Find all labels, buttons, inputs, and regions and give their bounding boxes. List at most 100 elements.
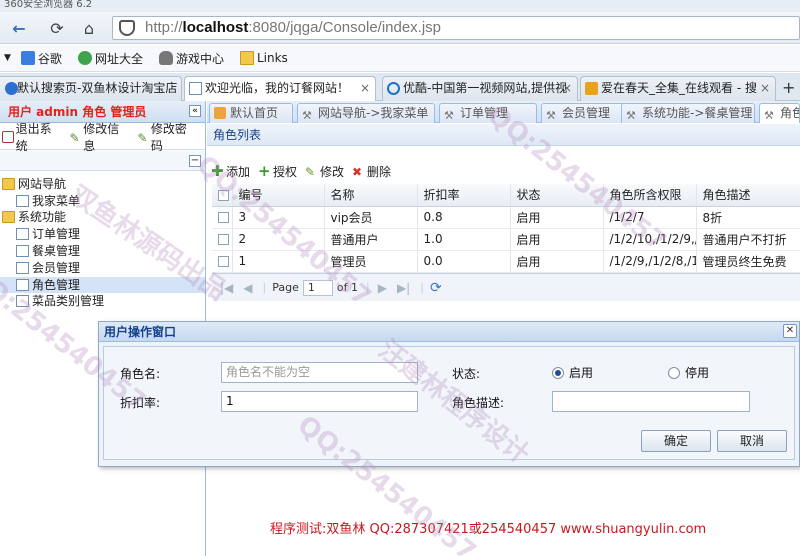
sidebar-item[interactable]: 角色管理 [0, 276, 205, 293]
change-password-button[interactable]: ✎ 修改密码 [137, 120, 197, 154]
checkbox[interactable] [218, 212, 229, 223]
bookmark-game-center[interactable]: 游戏中心 [158, 50, 224, 67]
sidebar-item[interactable]: 系统功能 [0, 209, 205, 225]
column-header[interactable]: 状态 [510, 184, 604, 207]
sidebar-item[interactable]: 会员管理 [0, 260, 205, 276]
tool-icon: ⚒ [444, 109, 454, 122]
browser-tab[interactable]: 默认搜索页-双鱼林设计淘宝店 [0, 76, 182, 101]
home-button[interactable]: ⌂ [76, 15, 102, 41]
page-label: Page [272, 281, 299, 294]
select-all-header[interactable] [212, 184, 233, 207]
dialog-form: 角色名: 角色名不能为空 折扣率: 1 状态: 启用 停用 角色描述: 确定 取… [103, 346, 795, 460]
delete-button[interactable]: ✖ 删除 [352, 163, 391, 180]
column-header[interactable]: 编号 [232, 184, 325, 207]
row-select-cell[interactable] [212, 228, 233, 251]
table-cell: /1/2/10,/1/2/9,/1 [603, 228, 697, 251]
table-row[interactable]: 1 管理员 0.0 启用/1/2/9,/1/2/8,/1 管理员终生免费 [212, 250, 800, 273]
refresh-icon[interactable]: ⟳ [430, 280, 442, 296]
browser-tab[interactable]: 爱在春天_全集_在线观看 - 搜 × [580, 76, 776, 101]
tab-orders[interactable]: ⚒ 订单管理 [439, 103, 537, 123]
status-label: 状态: [452, 367, 481, 381]
tab-label: 欢迎光临，我的订餐网站！ [205, 81, 350, 95]
sidebar-item-label: 餐桌管理 [32, 243, 81, 258]
browser-tab-active[interactable]: 欢迎光临，我的订餐网站！ × [184, 76, 376, 102]
new-tab-plus-icon[interactable]: + [782, 78, 800, 100]
sidebar-item[interactable]: 订单管理 [0, 226, 205, 242]
dialog-close-icon[interactable]: ✕ [783, 324, 797, 338]
checkbox[interactable] [218, 189, 229, 201]
page-number-input[interactable]: 1 [302, 279, 333, 296]
bookmark-links[interactable]: Links [239, 51, 288, 65]
table-cell: 0.0 [417, 250, 511, 273]
back-button[interactable]: ← [6, 15, 32, 41]
add-button[interactable]: ✚ 添加 [211, 163, 250, 180]
bookmark-label: Links [256, 51, 288, 65]
column-header[interactable]: 名称 [324, 184, 418, 207]
bookmark-google[interactable]: 谷歌 [20, 50, 62, 67]
pencil-icon: ✎ [305, 164, 316, 179]
close-tab-icon[interactable]: × [360, 77, 370, 100]
edit-info-button[interactable]: ✎ 修改信息 [70, 120, 130, 154]
youku-icon [387, 82, 400, 95]
bookmarks-menu-arrow-icon[interactable]: ▼ [4, 53, 11, 63]
logout-icon [2, 130, 14, 143]
description-label: 角色描述: [452, 396, 505, 410]
content-tabs: 默认首页 ⚒ 网站导航->我家菜单 ⚒ 订单管理 ⚒ 会员管理 ⚒ 系统功能->餐桌管理… [207, 101, 800, 123]
collapse-sidebar-icon[interactable]: « [189, 105, 201, 117]
collapse-tree-icon[interactable]: − [189, 155, 201, 167]
edit-button[interactable]: ✎ 修改 [305, 163, 344, 180]
browser-tab[interactable]: 优酷-中国第一视频网站,提供视 × [382, 76, 578, 101]
bookmark-site-directory[interactable]: 网址大全 [77, 50, 143, 67]
column-header[interactable]: 角色所含权限 [603, 184, 697, 207]
table-cell: 启用 [510, 228, 604, 251]
table-cell: 管理员终生免费 [696, 250, 800, 273]
row-select-cell[interactable] [212, 250, 233, 273]
page-icon [16, 228, 29, 241]
table-cell: 1.0 [417, 228, 511, 251]
refresh-button[interactable]: ⟳ [44, 15, 70, 41]
column-header[interactable]: 折扣率 [417, 184, 511, 207]
sidebar-item[interactable]: 网站导航 [0, 176, 205, 192]
status-enabled-radio[interactable]: 启用 [552, 364, 593, 381]
table-cell: 2 [232, 228, 325, 251]
table-cell: 普通用户 [324, 228, 418, 251]
tab-roles[interactable]: ⚒ 角色 [759, 103, 800, 123]
column-header[interactable]: 角色描述 [696, 184, 800, 207]
tab-tables[interactable]: ⚒ 系统功能->餐桌管理 [621, 103, 755, 123]
close-tab-icon[interactable]: × [760, 77, 770, 100]
table-cell: 0.8 [417, 206, 511, 229]
prev-page-icon[interactable]: ◀ [243, 281, 252, 295]
role-name-input[interactable]: 角色名不能为空 [221, 362, 418, 383]
bookmark-label: 网址大全 [94, 51, 143, 66]
table-row[interactable]: 2普通用户1.0启用/1/2/10,/1/2/9,/1普通用户不打折 [212, 228, 800, 251]
ok-button[interactable]: 确定 [641, 430, 711, 452]
sidebar-toolbar: 退出系统 ✎ 修改信息 ✎ 修改密码 [0, 122, 205, 153]
tab-menu[interactable]: ⚒ 网站导航->我家菜单 [297, 103, 435, 123]
sidebar-item[interactable]: 我家菜单 [0, 193, 205, 209]
sidebar-item[interactable]: 菜品类别管理 [0, 293, 205, 309]
tab-home[interactable]: 默认首页 [209, 103, 293, 123]
authorize-button[interactable]: + 授权 [258, 163, 297, 180]
address-bar[interactable]: http://localhost:8080/jqga/Console/index… [112, 16, 800, 40]
table-row[interactable]: 3 vip会员 0.8 启用/1/2/7 8折 [212, 206, 800, 229]
row-select-cell[interactable] [212, 206, 233, 229]
page-favicon-icon [5, 82, 18, 95]
last-page-icon[interactable]: ▶| [397, 281, 410, 295]
sidebar-item[interactable]: 餐桌管理 [0, 243, 205, 259]
status-disabled-radio[interactable]: 停用 [668, 364, 709, 381]
next-page-icon[interactable]: ▶ [378, 281, 387, 295]
checkbox[interactable] [218, 234, 229, 245]
radio-selected-icon [552, 366, 564, 379]
description-input[interactable] [552, 391, 750, 412]
footer-credit: 程序测试:双鱼林 QQ:287307421或254540457 www.shua… [270, 522, 707, 537]
cancel-button[interactable]: 取消 [717, 430, 787, 452]
discount-label: 折扣率: [120, 396, 161, 410]
logout-button[interactable]: 退出系统 [2, 120, 62, 154]
checkbox[interactable] [218, 256, 229, 267]
close-tab-icon[interactable]: × [562, 77, 572, 100]
gamepad-icon [158, 51, 173, 65]
first-page-icon[interactable]: |◀ [220, 281, 233, 295]
page-count: of 1 [336, 281, 358, 294]
sidebar-item-label: 我家菜单 [32, 193, 81, 208]
discount-input[interactable]: 1 [221, 391, 418, 412]
